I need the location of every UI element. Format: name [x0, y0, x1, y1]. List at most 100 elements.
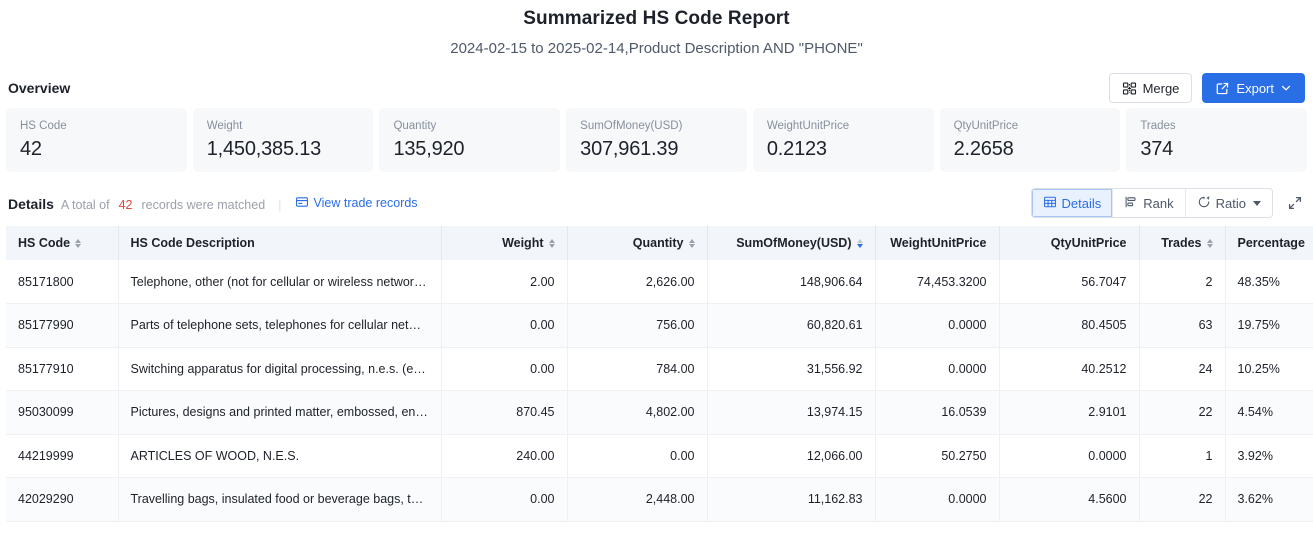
view-trade-records-link[interactable]: View trade records: [295, 195, 418, 212]
tab-rank-label: Rank: [1143, 195, 1174, 211]
stat-card-value: 1,450,385.13: [206, 138, 322, 160]
table-header-weight[interactable]: Weight: [441, 226, 568, 260]
details-heading: Details: [8, 195, 54, 212]
details-meta-suffix: records were matched: [141, 197, 266, 212]
cell-hs_code: 85177910: [6, 347, 119, 391]
cell-weight: 240.00: [441, 434, 568, 478]
stat-card: SumOfMoney(USD) 307,961.39: [566, 108, 747, 172]
stat-card-label: HS Code: [20, 120, 67, 132]
cell-weight_unit: 0.0000: [875, 303, 1000, 348]
records-icon: [295, 195, 309, 212]
overview-actions: Merge Export: [1108, 73, 1305, 103]
sort-toggle-icon[interactable]: [548, 238, 555, 248]
details-record-count: 42: [118, 197, 133, 212]
table-header-sum_of_money[interactable]: SumOfMoney(USD): [707, 226, 876, 260]
table-header-label: Percentage: [1237, 236, 1305, 250]
stat-card-value: 135,920: [393, 138, 465, 160]
cell-trades: 22: [1139, 390, 1226, 435]
cell-sum_of_money: 148,906.64: [707, 260, 876, 304]
cell-hs_code: 95030099: [6, 390, 119, 435]
cell-quantity: 4,802.00: [567, 390, 708, 435]
cell-weight_unit: 0.0000: [875, 347, 1000, 391]
table-header-percentage: Percentage: [1225, 226, 1313, 260]
details-table: HS Code HS Code Description Weight Quantity…: [6, 226, 1313, 522]
table-header-quantity[interactable]: Quantity: [567, 226, 708, 260]
merge-icon: [1122, 81, 1137, 96]
tab-rank[interactable]: Rank: [1113, 189, 1186, 217]
table-header-weight_unit: WeightUnitPrice: [875, 226, 1000, 260]
cell-percentage: 3.92%: [1225, 434, 1313, 478]
table-row[interactable]: 85177990 Parts of telephone sets, telepho…: [6, 303, 1313, 348]
cell-trades: 2: [1139, 260, 1226, 304]
view-mode-segmented: Details Rank Ratio: [1030, 188, 1273, 218]
cell-percentage: 19.75%: [1225, 303, 1313, 348]
chevron-down-icon: [1280, 82, 1292, 94]
stat-card-label: Quantity: [393, 120, 437, 132]
stat-card-value: 2.2658: [953, 138, 1014, 160]
table-header-label: Quantity: [632, 236, 684, 250]
cell-trades: 63: [1139, 303, 1226, 348]
table-row[interactable]: 44219999 ARTICLES OF WOOD, N.E.S. 240.00 0.…: [6, 434, 1313, 478]
cell-trades: 24: [1139, 347, 1226, 391]
cell-trades: 1: [1139, 434, 1226, 478]
cell-weight_unit: 74,453.3200: [875, 260, 1000, 304]
stat-card-label: SumOfMoney(USD): [580, 120, 683, 132]
details-bar: Details A total of 42 records were match…: [0, 172, 1313, 226]
cell-trades: 22: [1139, 477, 1226, 522]
cell-sum_of_money: 13,974.15: [707, 390, 876, 435]
cell-hs_code: 42029290: [6, 477, 119, 522]
cell-hs_code: 44219999: [6, 434, 119, 478]
tab-ratio-label: Ratio: [1215, 195, 1246, 211]
table-header-description: HS Code Description: [118, 226, 442, 260]
cell-qty_unit: 80.4505: [999, 303, 1140, 348]
cell-weight: 0.00: [441, 477, 568, 522]
table-icon: [1043, 195, 1057, 212]
cell-description: Travelling bags, insulated food or bever…: [118, 477, 442, 522]
cell-qty_unit: 40.2512: [999, 347, 1140, 391]
stat-card-value: 307,961.39: [580, 138, 679, 160]
cell-quantity: 756.00: [567, 303, 708, 348]
stat-card-label: Weight: [206, 120, 243, 132]
stat-card: WeightUnitPrice 0.2123: [752, 108, 934, 172]
cell-weight: 0.00: [441, 347, 568, 391]
cell-sum_of_money: 12,066.00: [707, 434, 876, 478]
cell-description: Switching apparatus for digital processi…: [118, 347, 442, 391]
tab-ratio[interactable]: Ratio: [1185, 189, 1272, 217]
table-header-trades[interactable]: Trades: [1139, 226, 1226, 260]
stat-card: Quantity 135,920: [379, 108, 561, 172]
sort-toggle-icon[interactable]: [688, 238, 695, 248]
table-header-label: HS Code Description: [130, 236, 255, 250]
cell-description: Pictures, designs and printed matter, em…: [118, 390, 442, 435]
sort-toggle-icon[interactable]: [1206, 238, 1213, 248]
sort-toggle-icon[interactable]: [75, 238, 82, 248]
details-meta-prefix: A total of: [60, 197, 110, 212]
merge-button[interactable]: Merge: [1108, 73, 1193, 103]
fullscreen-icon[interactable]: [1283, 191, 1307, 215]
table-row[interactable]: 85171800 Telephone, other (not for cellul…: [6, 260, 1313, 304]
cell-percentage: 4.54%: [1225, 390, 1313, 435]
cell-quantity: 784.00: [567, 347, 708, 391]
cell-hs_code: 85177990: [6, 303, 119, 348]
stat-card: Weight 1,450,385.13: [192, 108, 374, 172]
export-button[interactable]: Export: [1202, 73, 1305, 103]
overview-cards: HS Code 42 Weight 1,450,385.13 Quantity 135,9…: [0, 100, 1313, 172]
stat-card: QtyUnitPrice 2.2658: [939, 108, 1121, 172]
caret-down-icon: [1253, 200, 1261, 206]
stat-card-label: QtyUnitPrice: [953, 120, 1019, 132]
cell-percentage: 10.25%: [1225, 347, 1313, 391]
sort-toggle-icon[interactable]: [856, 238, 863, 248]
tab-details[interactable]: Details: [1031, 189, 1114, 217]
table-header-row: HS Code HS Code Description Weight Quantity…: [6, 226, 1313, 260]
table-row[interactable]: 85177910 Switching apparatus for digital …: [6, 347, 1313, 391]
cell-sum_of_money: 31,556.92: [707, 347, 876, 391]
table-header-qty_unit: QtyUnitPrice: [999, 226, 1140, 260]
table-row[interactable]: 95030099 Pictures, designs and printed ma…: [6, 390, 1313, 435]
report-page: Summarized HS Code Report 2024-02-15 to …: [0, 0, 1313, 548]
table-row[interactable]: 42029290 Travelling bags, insulated food …: [6, 477, 1313, 522]
ratio-icon: [1197, 195, 1211, 212]
page-subtitle: 2024-02-15 to 2025-02-14,Product Descrip…: [450, 40, 863, 57]
cell-sum_of_money: 11,162.83: [707, 477, 876, 522]
cell-weight: 870.45: [441, 390, 568, 435]
table-header-hs_code[interactable]: HS Code: [6, 226, 119, 260]
cell-qty_unit: 4.5600: [999, 477, 1140, 522]
